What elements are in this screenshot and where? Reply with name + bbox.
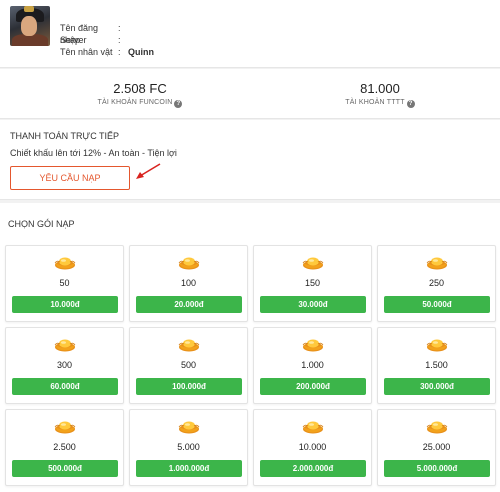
package-amount: 10.000 [298,442,327,452]
account-info: Tên đăng nhập : Server : Tên nhân vật : … [60,22,154,58]
package-price-button[interactable]: 50.000đ [384,296,490,313]
gold-ingot-icon [426,339,448,352]
gold-ingot-icon [178,339,200,352]
package-amount: 150 [304,278,321,288]
balances-bar: 2.508 FC TÀI KHOẢN FUNCOIN? 81.000 TÀI K… [0,69,500,119]
package-section-title: CHỌN GÓI NẠP [8,219,75,229]
package-section: CHỌN GÓI NẠP 50 10.000đ 100 20.000đ 150 30.00… [0,203,500,492]
package-price-button[interactable]: 1.000.000đ [136,460,242,477]
package-amount: 2.500 [53,442,76,452]
package-price-button[interactable]: 5.000.000đ [384,460,490,477]
tttt-label: TÀI KHOẢN TTTT? [280,99,480,108]
question-circle-icon[interactable]: ? [174,100,183,108]
request-topup-button[interactable]: YÊU CẦU NẠP [10,166,130,190]
package-price-button[interactable]: 20.000đ [136,296,242,313]
package-card[interactable]: 5.000 1.000.000đ [129,409,248,486]
package-amount: 1.000 [301,360,324,370]
direct-payment-title: THANH TOÁN TRỰC TIẾP [10,131,120,141]
package-card[interactable]: 25.000 5.000.000đ [377,409,496,486]
gold-ingot-icon [302,257,324,270]
server-label: Server [60,35,87,45]
funcoin-label: TÀI KHOẢN FUNCOIN? [40,99,240,108]
package-price-button[interactable]: 500.000đ [12,460,118,477]
package-amount: 250 [428,278,445,288]
gold-ingot-icon [54,339,76,352]
gold-ingot-icon [178,257,200,270]
avatar [10,6,50,46]
package-price-button[interactable]: 200.000đ [260,378,366,395]
gold-ingot-icon [302,421,324,434]
package-price-button[interactable]: 30.000đ [260,296,366,313]
package-amount: 1.500 [425,360,448,370]
gold-ingot-icon [54,257,76,270]
package-card[interactable]: 300 60.000đ [5,327,124,404]
gold-ingot-icon [426,421,448,434]
server-separator: : [118,35,121,45]
direct-payment-section: THANH TOÁN TRỰC TIẾP Chiết khấu lên tới … [0,120,500,200]
package-card[interactable]: 100 20.000đ [129,245,248,322]
package-card[interactable]: 50 10.000đ [5,245,124,322]
funcoin-value: 2.508 FC [113,81,167,96]
funcoin-balance: 2.508 FC TÀI KHOẢN FUNCOIN? [40,81,240,108]
character-separator: : [118,47,121,57]
package-card[interactable]: 10.000 2.000.000đ [253,409,372,486]
package-card[interactable]: 500 100.000đ [129,327,248,404]
tttt-value: 81.000 [360,81,400,96]
gold-ingot-icon [178,421,200,434]
package-amount: 5.000 [177,442,200,452]
package-price-button[interactable]: 300.000đ [384,378,490,395]
package-price-button[interactable]: 60.000đ [12,378,118,395]
character-value: Quinn [128,47,154,57]
package-price-button[interactable]: 100.000đ [136,378,242,395]
profile-header: Tên đăng nhập : Server : Tên nhân vật : … [0,0,500,68]
package-amount: 300 [56,360,73,370]
package-amount: 25.000 [422,442,451,452]
package-amount: 100 [180,278,197,288]
package-card[interactable]: 150 30.000đ [253,245,372,322]
package-price-button[interactable]: 2.000.000đ [260,460,366,477]
package-card[interactable]: 250 50.000đ [377,245,496,322]
login-separator: : [118,23,121,33]
character-label: Tên nhân vật [60,47,113,57]
package-amount: 500 [180,360,197,370]
package-card[interactable]: 1.000 200.000đ [253,327,372,404]
package-price-button[interactable]: 10.000đ [12,296,118,313]
package-card[interactable]: 2.500 500.000đ [5,409,124,486]
tttt-balance: 81.000 TÀI KHOẢN TTTT? [280,81,480,108]
package-card[interactable]: 1.500 300.000đ [377,327,496,404]
package-amount: 50 [59,278,70,288]
direct-payment-subtitle: Chiết khấu lên tới 12% - An toàn - Tiện … [10,148,177,158]
gold-ingot-icon [54,421,76,434]
gold-ingot-icon [302,339,324,352]
gold-ingot-icon [426,257,448,270]
question-circle-icon[interactable]: ? [406,100,415,108]
red-arrow-icon [136,163,161,179]
login-label: Tên đăng nhập [60,23,99,45]
